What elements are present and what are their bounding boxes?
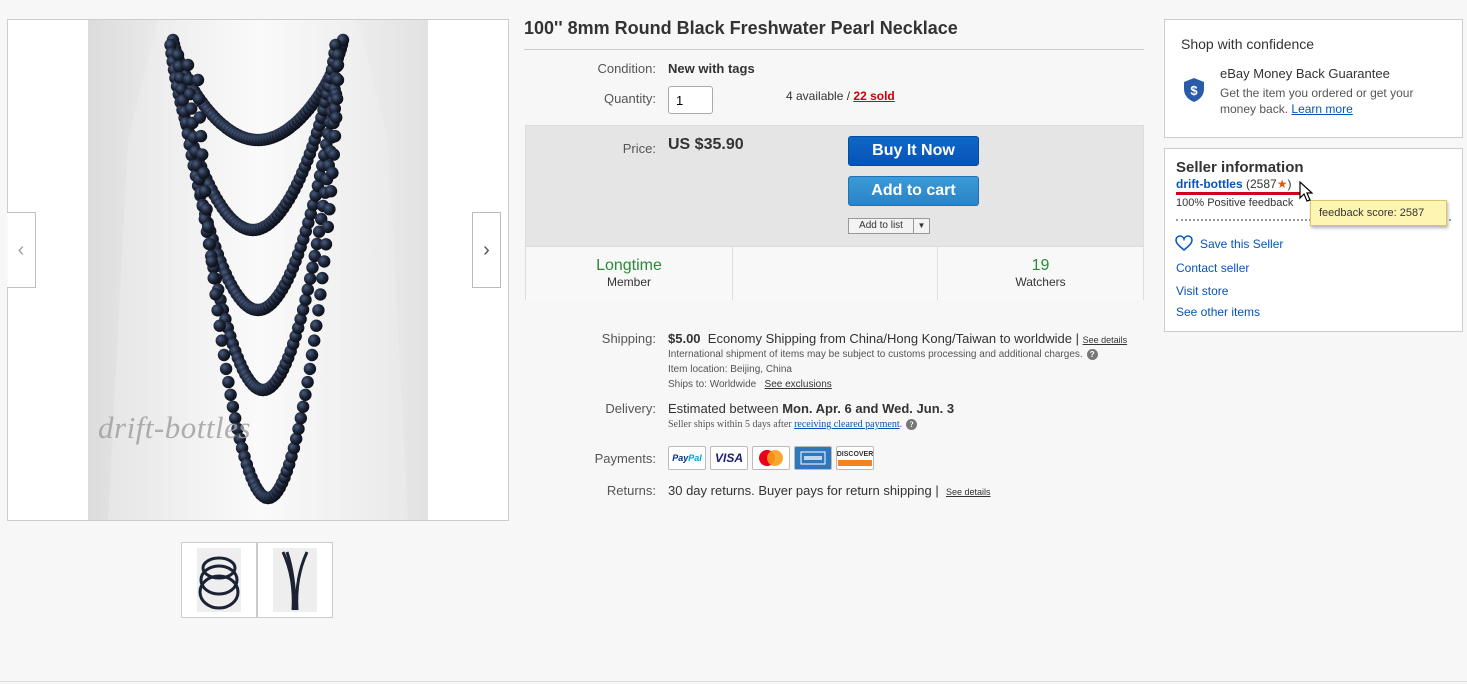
thumbnail-image-layered	[197, 548, 241, 612]
shipping-line: $5.00 Economy Shipping from China/Hong K…	[668, 331, 1127, 346]
chevron-down-icon[interactable]: ▼	[913, 218, 930, 234]
sold-count-link[interactable]: 22 sold	[853, 89, 894, 103]
stat-longtime-member: Longtime Member	[526, 247, 733, 300]
amex-icon	[794, 446, 832, 470]
main-product-image[interactable]: drift-bottles	[7, 19, 509, 521]
learn-more-link[interactable]: Learn more	[1291, 102, 1352, 116]
money-back-body: Get the item you ordered or get your mon…	[1220, 85, 1450, 117]
availability: 4 available / 22 sold	[786, 89, 895, 103]
shipping-see-details-link[interactable]: See details	[1083, 335, 1128, 345]
delivery-prefix: Estimated between	[668, 401, 783, 416]
previous-image-arrow-icon[interactable]: ‹	[7, 212, 36, 288]
shipping-cost: $5.00	[668, 331, 701, 346]
seller-info-title: Seller information	[1176, 159, 1304, 176]
thumbnail-1[interactable]	[181, 542, 257, 618]
mouse-cursor-icon	[1299, 181, 1313, 202]
returns-label: Returns:	[606, 483, 656, 498]
help-icon[interactable]: ?	[906, 419, 918, 431]
customs-note-text: International shipment of items may be s…	[668, 349, 1083, 361]
condition-label: Condition:	[597, 61, 656, 76]
stat-longtime-value: Longtime	[596, 257, 662, 274]
next-image-arrow-icon[interactable]: ›	[472, 212, 501, 288]
item-location: Item location: Beijing, China	[668, 364, 792, 375]
feedback-score-open[interactable]: (2587	[1246, 177, 1277, 191]
stat-watchers: 19 Watchers	[938, 247, 1143, 300]
svg-text:$: $	[1190, 83, 1198, 98]
condition-value: New with tags	[668, 61, 755, 76]
add-to-list-button[interactable]: Add to list	[848, 218, 914, 234]
available-count: 4 available /	[786, 89, 854, 103]
feedback-score-tooltip: feedback score: 2587	[1310, 200, 1447, 226]
confidence-title: Shop with confidence	[1181, 36, 1315, 52]
returns-see-details-link[interactable]: See details	[946, 487, 991, 497]
visa-icon: VISA	[710, 446, 748, 470]
item-title: 100'' 8mm Round Black Freshwater Pearl N…	[524, 18, 1144, 50]
thumbnail-image-draped	[273, 548, 317, 612]
thumbnail-strip	[181, 542, 333, 618]
shield-dollar-icon: $	[1184, 78, 1204, 102]
stat-empty	[733, 247, 938, 300]
cleared-payment-link[interactable]: receiving cleared payment	[794, 419, 900, 430]
mastercard-icon	[752, 446, 790, 470]
seller-information-panel: Seller information drift-bottles (2587★)…	[1164, 148, 1463, 332]
star-icon[interactable]: ★	[1277, 177, 1288, 191]
money-back-heading: eBay Money Back Guarantee	[1220, 66, 1390, 81]
price-value: US $35.90	[668, 136, 744, 153]
visit-store-link[interactable]: Visit store	[1176, 284, 1228, 298]
save-seller-link[interactable]: Save this Seller	[1200, 237, 1283, 251]
delivery-label: Delivery:	[605, 401, 656, 416]
customs-note: International shipment of items may be s…	[668, 349, 1098, 360]
delivery-note-prefix: Seller ships within 5 days after	[668, 419, 795, 430]
buy-it-now-button[interactable]: Buy It Now	[848, 136, 979, 166]
ships-to: Ships to: Worldwide See exclusions	[668, 379, 832, 390]
contact-seller-link[interactable]: Contact seller	[1176, 261, 1249, 275]
feedback-score-close: )	[1287, 177, 1292, 191]
seller-name-underline	[1176, 192, 1305, 195]
delivery-note-suffix: .	[899, 419, 903, 430]
payments-label: Payments:	[594, 451, 656, 466]
quantity-input[interactable]	[668, 86, 713, 114]
seller-name-line: drift-bottles (2587★)	[1176, 177, 1291, 191]
price-box: Price: US $35.90 Buy It Now Add to cart …	[525, 125, 1144, 300]
heart-icon[interactable]	[1175, 235, 1193, 251]
add-to-cart-button[interactable]: Add to cart	[848, 176, 979, 206]
stat-watchers-label: Watchers	[1015, 275, 1066, 289]
item-stats: Longtime Member 19 Watchers	[526, 246, 1143, 300]
delivery-estimate: Estimated between Mon. Apr. 6 and Wed. J…	[668, 401, 954, 416]
stat-watchers-value: 19	[1031, 257, 1050, 274]
shop-with-confidence-panel: Shop with confidence $ eBay Money Back G…	[1164, 19, 1463, 138]
help-icon[interactable]: ?	[1086, 349, 1098, 360]
pearl-necklace-photo: drift-bottles	[88, 20, 428, 520]
shipping-method: Economy Shipping from China/Hong Kong/Ta…	[707, 331, 1079, 346]
payment-methods: Pay Pal VISA DISCOVER	[668, 446, 874, 470]
footer-divider	[0, 681, 1467, 682]
thumbnail-2[interactable]	[257, 542, 333, 618]
delivery-dates: Mon. Apr. 6 and Wed. Jun. 3	[782, 401, 955, 416]
see-other-items-link[interactable]: See other items	[1176, 305, 1260, 319]
discover-icon: DISCOVER	[836, 446, 874, 470]
delivery-note: Seller ships within 5 days after receivi…	[668, 419, 918, 431]
ships-to-text: Ships to: Worldwide	[668, 379, 757, 390]
price-label: Price:	[622, 141, 656, 156]
returns-line: 30 day returns. Buyer pays for return sh…	[668, 483, 991, 498]
shipping-label: Shipping:	[601, 331, 656, 346]
see-exclusions-link[interactable]: See exclusions	[765, 379, 832, 390]
watermark-text: drift-bottles	[98, 410, 251, 445]
paypal-icon: Pay Pal	[668, 446, 706, 470]
quantity-label: Quantity:	[603, 91, 656, 106]
returns-text: 30 day returns. Buyer pays for return sh…	[668, 483, 939, 498]
positive-feedback: 100% Positive feedback	[1176, 197, 1294, 209]
seller-name-link[interactable]: drift-bottles	[1176, 177, 1243, 191]
stat-longtime-label: Member	[606, 275, 651, 289]
